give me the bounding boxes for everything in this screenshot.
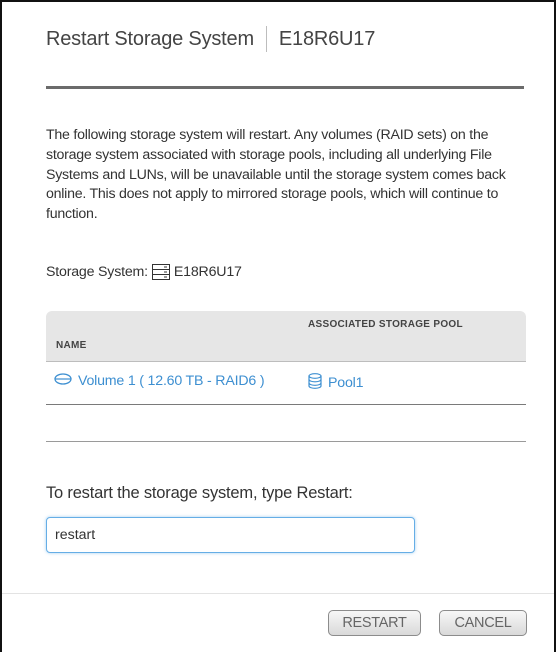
storage-system-label: Storage System:	[46, 264, 148, 280]
volume-link[interactable]: Volume 1 ( 12.60 TB - RAID6 )	[54, 373, 265, 389]
restart-button[interactable]: RESTART	[328, 610, 421, 636]
confirm-prompt: To restart the storage system, type Rest…	[46, 484, 353, 502]
dialog-title-system-id: E18R6U17	[278, 28, 376, 50]
restart-storage-dialog: Restart Storage System E18R6U17 The foll…	[0, 0, 556, 652]
pool-link[interactable]: Pool1	[308, 373, 363, 393]
dialog-title-text: Restart Storage System	[46, 28, 254, 50]
confirm-input[interactable]	[46, 517, 415, 553]
database-icon	[308, 373, 328, 393]
footer-divider	[2, 593, 554, 594]
restart-description: The following storage system will restar…	[46, 127, 506, 223]
storage-system-line: Storage System: E18R6U17	[46, 264, 242, 280]
dialog-title: Restart Storage System E18R6U17	[46, 26, 524, 52]
volumes-table: NAME ASSOCIATED STORAGE POOL Volume 1 ( …	[46, 311, 526, 405]
volume-icon	[54, 373, 78, 389]
column-header-name: NAME	[56, 340, 87, 351]
table-header: NAME ASSOCIATED STORAGE POOL	[46, 311, 526, 362]
title-separator	[265, 26, 267, 52]
pool-label: Pool1	[328, 375, 364, 391]
table-row: Volume 1 ( 12.60 TB - RAID6 ) Pool1	[46, 362, 526, 405]
section-divider	[46, 441, 526, 442]
server-icon	[151, 264, 170, 280]
cancel-button[interactable]: CANCEL	[439, 610, 527, 636]
dialog-header: Restart Storage System E18R6U17	[46, 26, 524, 89]
volume-label: Volume 1 ( 12.60 TB - RAID6 )	[78, 373, 265, 389]
column-header-pool: ASSOCIATED STORAGE POOL	[308, 319, 463, 330]
storage-system-value: E18R6U17	[173, 264, 242, 280]
